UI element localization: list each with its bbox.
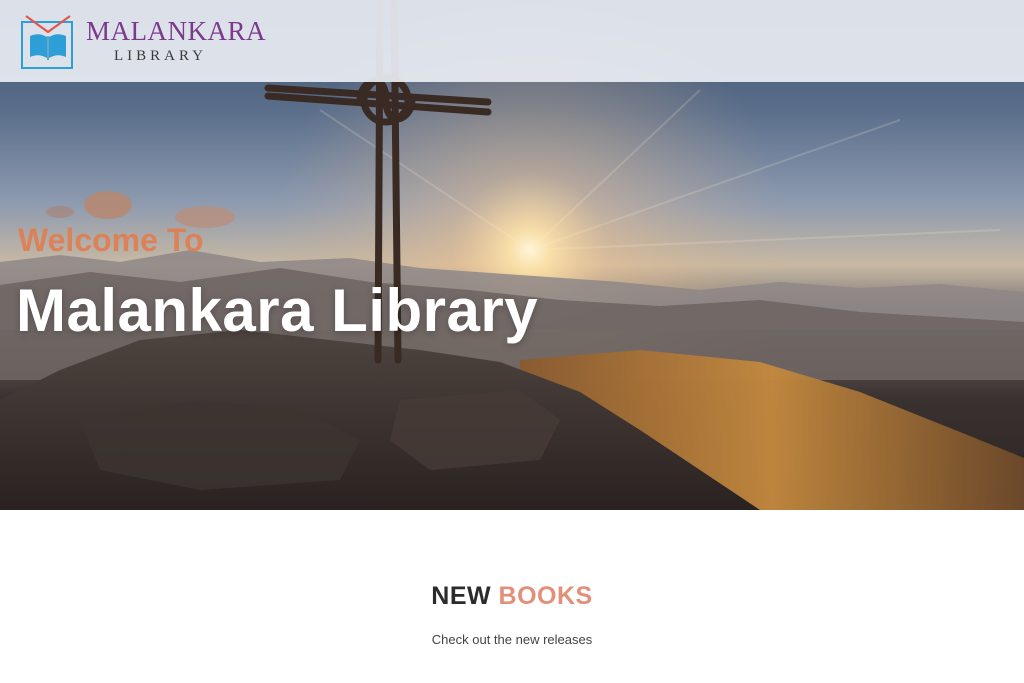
new-books-subtitle: Check out the new releases xyxy=(431,632,593,647)
open-book-icon xyxy=(21,15,73,69)
new-books-heading-part2: BOOKS xyxy=(498,582,593,610)
logo-title: MALANKARA xyxy=(86,16,266,46)
new-books-section: NEW BOOKS Check out the new releases xyxy=(0,510,1024,683)
hero-welcome-text: Welcome To xyxy=(18,222,204,258)
logo-subtitle: LIBRARY xyxy=(114,48,208,64)
site-header: MALANKARA LIBRARY xyxy=(0,0,1024,82)
new-books-heading: NEW BOOKS xyxy=(0,582,1024,611)
hero-title: Malankara Library xyxy=(16,277,539,344)
site-logo[interactable]: MALANKARA LIBRARY xyxy=(20,12,266,72)
new-books-heading-part1: NEW xyxy=(431,582,492,610)
